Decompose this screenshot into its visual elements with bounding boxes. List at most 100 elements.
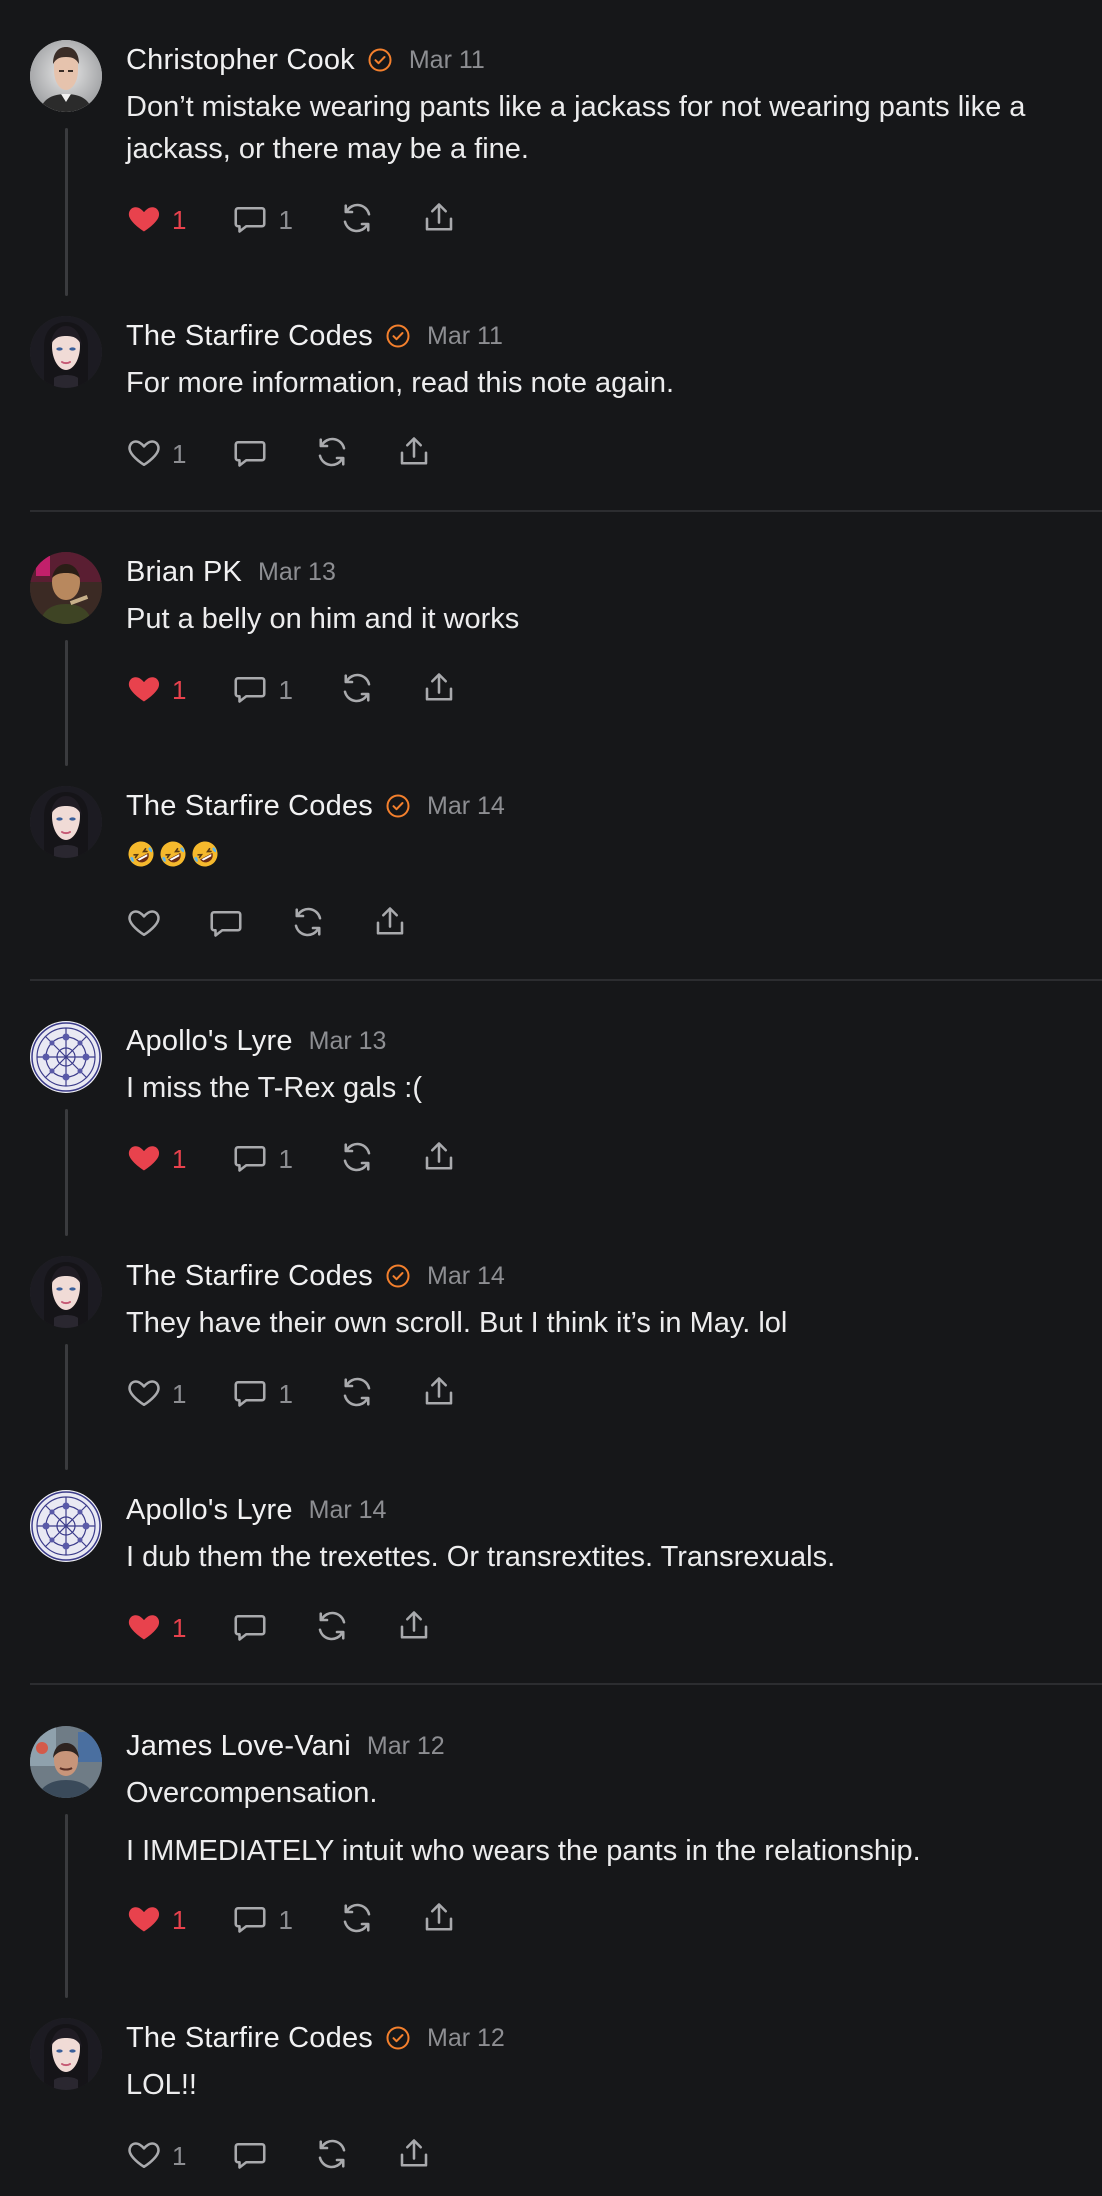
- share-icon: [421, 1139, 457, 1180]
- like-button[interactable]: [126, 900, 162, 948]
- share-button[interactable]: [421, 1135, 457, 1183]
- restack-icon: [339, 670, 375, 711]
- share-button[interactable]: [396, 1604, 432, 1652]
- avatar[interactable]: [30, 552, 102, 624]
- comment-body: The Starfire Codes Mar 14: [126, 786, 1102, 948]
- like-button[interactable]: 1: [126, 196, 186, 244]
- like-count: 1: [172, 438, 187, 469]
- reply-button[interactable]: 1: [232, 1370, 293, 1418]
- comment-header: The Starfire Codes Mar 12: [126, 2018, 1088, 2058]
- reply-count: 1: [278, 1143, 293, 1174]
- comment-paragraph: They have their own scroll. But I think …: [126, 1307, 788, 1339]
- share-button[interactable]: [421, 1896, 457, 1944]
- comment-header: The Starfire Codes Mar 14: [126, 786, 1088, 826]
- like-button[interactable]: 1: [126, 2132, 186, 2180]
- comment-bubble-icon: [232, 1374, 268, 1415]
- share-button[interactable]: [421, 196, 457, 244]
- share-button[interactable]: [372, 900, 408, 948]
- like-button[interactable]: 1: [126, 430, 186, 478]
- verified-check-icon: [385, 2025, 411, 2051]
- comment-date[interactable]: Mar 11: [409, 46, 485, 75]
- author-name[interactable]: Apollo's Lyre: [126, 1025, 293, 1058]
- reply-button[interactable]: [232, 2132, 268, 2180]
- author-name[interactable]: Brian PK: [126, 556, 242, 589]
- restack-icon: [314, 434, 350, 475]
- comment-date[interactable]: Mar 14: [427, 792, 505, 821]
- comment: The Starfire Codes Mar 12 LOL!! 1: [0, 2018, 1102, 2180]
- avatar[interactable]: [30, 1256, 102, 1328]
- comment-date[interactable]: Mar 14: [427, 1262, 505, 1291]
- avatar[interactable]: [30, 1021, 102, 1093]
- comment-body: Brian PK Mar 13 Put a belly on him and it …: [126, 552, 1102, 766]
- share-icon: [372, 904, 408, 945]
- share-icon: [421, 670, 457, 711]
- restack-button[interactable]: [339, 196, 375, 244]
- restack-button[interactable]: [314, 430, 350, 478]
- share-icon: [421, 1374, 457, 1415]
- restack-button[interactable]: [339, 1135, 375, 1183]
- comment-date[interactable]: Mar 13: [258, 558, 336, 587]
- avatar[interactable]: [30, 1726, 102, 1798]
- author-name[interactable]: James Love-Vani: [126, 1730, 351, 1763]
- thread-line: [65, 1344, 68, 1470]
- author-name[interactable]: Christopher Cook: [126, 44, 355, 77]
- share-button[interactable]: [421, 666, 457, 714]
- comment-date[interactable]: Mar 13: [309, 1027, 387, 1056]
- reply-button[interactable]: [232, 1604, 268, 1652]
- thread-line: [65, 640, 68, 766]
- comment-text: They have their own scroll. But I think …: [126, 1302, 1088, 1344]
- reply-button[interactable]: 1: [232, 1135, 293, 1183]
- avatar[interactable]: [30, 316, 102, 388]
- restack-button[interactable]: [339, 666, 375, 714]
- author-name[interactable]: The Starfire Codes: [126, 1260, 373, 1293]
- comment: Apollo's Lyre Mar 14 I dub them the trexet…: [0, 1490, 1102, 1652]
- like-button[interactable]: 1: [126, 1135, 186, 1183]
- restack-button[interactable]: [339, 1370, 375, 1418]
- like-button[interactable]: 1: [126, 1604, 186, 1652]
- avatar[interactable]: [30, 2018, 102, 2090]
- comment-actions: 1: [126, 2132, 1088, 2180]
- like-button[interactable]: 1: [126, 666, 186, 714]
- restack-button[interactable]: [314, 1604, 350, 1652]
- comment-bubble-icon: [232, 1608, 268, 1649]
- reply-button[interactable]: 1: [232, 196, 293, 244]
- author-name[interactable]: The Starfire Codes: [126, 2022, 373, 2055]
- reply-button[interactable]: 1: [232, 1896, 293, 1944]
- comment-left-column: [30, 1021, 126, 1236]
- comment-paragraph: Don’t mistake wearing pants like a jacka…: [126, 91, 1026, 165]
- comment-date[interactable]: Mar 12: [427, 2024, 505, 2053]
- comment-text: LOL!!: [126, 2064, 1088, 2106]
- reply-count: 1: [278, 204, 293, 235]
- like-button[interactable]: 1: [126, 1370, 186, 1418]
- share-button[interactable]: [396, 430, 432, 478]
- reply-button[interactable]: [208, 900, 244, 948]
- author-name[interactable]: The Starfire Codes: [126, 320, 373, 353]
- share-button[interactable]: [421, 1370, 457, 1418]
- heart-icon: [126, 904, 162, 945]
- avatar[interactable]: [30, 786, 102, 858]
- like-button[interactable]: 1: [126, 1896, 186, 1944]
- thread-line: [65, 128, 68, 296]
- avatar[interactable]: [30, 40, 102, 112]
- comment-date[interactable]: Mar 12: [367, 1732, 445, 1761]
- avatar[interactable]: [30, 1490, 102, 1562]
- comment: The Starfire Codes Mar 14 They have their …: [0, 1256, 1102, 1470]
- author-name[interactable]: The Starfire Codes: [126, 790, 373, 823]
- restack-button[interactable]: [314, 2132, 350, 2180]
- reply-button[interactable]: 1: [232, 666, 293, 714]
- comment-text: I miss the T-Rex gals :(: [126, 1067, 1088, 1109]
- share-button[interactable]: [396, 2132, 432, 2180]
- share-icon: [396, 434, 432, 475]
- comment-bubble-icon: [232, 2136, 268, 2177]
- restack-button[interactable]: [339, 1896, 375, 1944]
- comment: James Love-Vani Mar 12 Overcompensation. I …: [0, 1726, 1102, 1998]
- restack-button[interactable]: [290, 900, 326, 948]
- reply-button[interactable]: [232, 430, 268, 478]
- comment: The Starfire Codes Mar 11 For more informa…: [0, 316, 1102, 478]
- reply-count: 1: [278, 674, 293, 705]
- author-name[interactable]: Apollo's Lyre: [126, 1494, 293, 1527]
- thread-divider: [30, 1683, 1102, 1685]
- comment-date[interactable]: Mar 14: [309, 1496, 387, 1525]
- comment-text: Overcompensation. I IMMEDIATELY intuit wh…: [126, 1772, 1088, 1872]
- comment-date[interactable]: Mar 11: [427, 322, 503, 351]
